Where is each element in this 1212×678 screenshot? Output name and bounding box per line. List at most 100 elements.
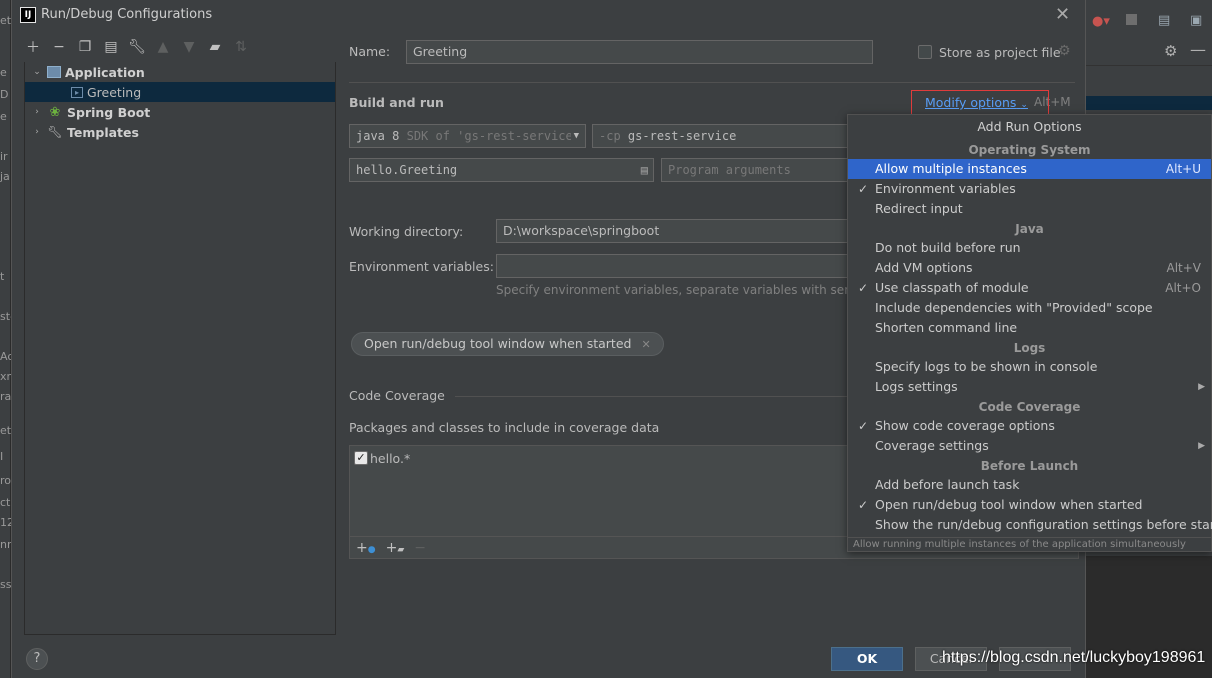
option-label: Allow multiple instances	[875, 161, 1027, 176]
move-down-icon[interactable]: ▼	[180, 38, 198, 56]
ide-fragment: e [	[0, 110, 11, 123]
tree-item-spring-boot[interactable]: › ❀ Spring Boot	[25, 102, 335, 122]
save-icon[interactable]: ▤	[102, 38, 120, 56]
check-icon: ✓	[858, 281, 869, 295]
chevron-down-icon[interactable]: ⌄	[31, 67, 43, 77]
close-icon[interactable]: ✕	[641, 338, 650, 351]
option-redirect-input[interactable]: Redirect input	[848, 199, 1211, 219]
cp-prefix: -cp	[599, 129, 621, 143]
wrench-icon[interactable]: 🔧︎	[128, 38, 146, 56]
close-icon[interactable]: ✕	[1055, 4, 1070, 25]
ide-right-toolbar: ●▾ ▤ ▣	[1086, 10, 1212, 38]
program-arguments-placeholder: Program arguments	[668, 163, 791, 177]
open-tool-window-chip[interactable]: Open run/debug tool window when started ✕	[351, 332, 664, 356]
minimize-icon[interactable]: —	[1190, 40, 1206, 59]
environment-variables-input[interactable]	[496, 254, 848, 278]
option-include-provided[interactable]: Include dependencies with "Provided" sco…	[848, 298, 1211, 318]
chip-label: Open run/debug tool window when started	[364, 336, 632, 351]
separator	[455, 396, 855, 397]
main-class-input[interactable]: hello.Greeting ▤	[349, 158, 654, 182]
option-environment-variables[interactable]: ✓ Environment variables	[848, 179, 1211, 199]
popup-title: Add Run Options	[977, 119, 1082, 134]
option-label: Environment variables	[875, 181, 1016, 196]
working-directory-label: Working directory:	[349, 224, 464, 239]
coverage-entry-label: hello.*	[370, 451, 411, 466]
ide-fragment: ss	[0, 578, 11, 591]
debug-icon[interactable]: ●▾	[1092, 14, 1110, 29]
dialog-title-bar[interactable]: IJ Run/Debug Configurations ✕	[12, 0, 1087, 30]
add-package-icon[interactable]: +▰	[386, 540, 405, 556]
ide-left-edge: et e D e [ ir ja t st- Ac xm ra eti I ro…	[0, 0, 11, 678]
gear-icon[interactable]: ⚙	[1058, 43, 1071, 59]
check-icon: ✓	[858, 498, 869, 512]
new-folder-icon[interactable]: ▰	[206, 38, 224, 56]
ok-button[interactable]: OK	[831, 647, 903, 671]
jre-hint: SDK of 'gs-rest-service	[406, 129, 573, 143]
environment-variables-hint: Specify environment variables, separate …	[496, 283, 848, 297]
option-coverage-settings[interactable]: Coverage settings ▶	[848, 436, 1211, 456]
option-logs-settings[interactable]: Logs settings ▶	[848, 377, 1211, 397]
option-label: Add VM options	[875, 260, 973, 275]
option-show-coverage[interactable]: ✓ Show code coverage options	[848, 416, 1211, 436]
copy-icon[interactable]: ❐	[76, 38, 94, 56]
highlight-box-modify-options	[911, 90, 1049, 117]
ide-fragment: ja	[0, 170, 10, 183]
option-allow-multiple-instances[interactable]: Allow multiple instances Alt+U	[848, 159, 1211, 179]
ide-fragment: t	[0, 270, 5, 283]
help-button[interactable]: ?	[26, 648, 48, 670]
ide-fragment: eti	[0, 424, 11, 437]
remove-icon[interactable]: −	[50, 38, 68, 56]
group-before-launch: Before Launch	[980, 459, 1079, 473]
move-up-icon[interactable]: ▲	[154, 38, 172, 56]
option-label: Logs settings	[875, 379, 958, 394]
tree-item-templates[interactable]: › 🔧︎ Templates	[25, 122, 335, 142]
option-add-vm-options[interactable]: Add VM options Alt+V	[848, 258, 1211, 278]
browse-icon[interactable]: ▤	[641, 159, 648, 181]
ide-fragment: Ac	[0, 350, 11, 363]
stop-icon[interactable]	[1126, 14, 1137, 25]
dropdown-arrow-icon: ▼	[570, 125, 579, 147]
option-specify-logs[interactable]: Specify logs to be shown in console	[848, 357, 1211, 377]
option-shortcut: Alt+O	[1165, 281, 1201, 295]
coverage-entry-checkbox[interactable]: ✓	[354, 451, 368, 465]
classpath-select[interactable]: -cp gs-rest-service	[592, 124, 848, 148]
environment-variables-label: Environment variables:	[349, 259, 494, 274]
option-label: Specify logs to be shown in console	[875, 359, 1098, 374]
add-class-icon[interactable]: +●	[356, 540, 376, 556]
add-run-options-popup: Add Run Options Operating System Allow m…	[847, 114, 1212, 552]
ide-fragment: ir	[0, 150, 8, 163]
option-use-classpath[interactable]: ✓ Use classpath of module Alt+O	[848, 278, 1211, 298]
tree-item-label: Greeting	[87, 84, 142, 100]
ide-fragment: et	[0, 14, 11, 27]
option-do-not-build[interactable]: Do not build before run	[848, 238, 1211, 258]
application-icon	[47, 66, 61, 78]
remove-icon[interactable]: −	[414, 540, 426, 556]
chevron-right-icon[interactable]: ›	[31, 107, 43, 117]
option-label: Do not build before run	[875, 240, 1021, 255]
name-input[interactable]: Greeting	[406, 40, 873, 64]
store-project-checkbox[interactable]	[918, 45, 932, 59]
jre-select[interactable]: java 8 SDK of 'gs-rest-service ▼	[349, 124, 586, 148]
working-directory-input[interactable]: D:\workspace\springboot	[496, 219, 848, 243]
option-open-tool-window[interactable]: ✓ Open run/debug tool window when starte…	[848, 495, 1211, 515]
option-label: Redirect input	[875, 201, 963, 216]
option-shorten-command-line[interactable]: Shorten command line	[848, 318, 1211, 338]
dialog-title: Run/Debug Configurations	[41, 7, 213, 22]
program-arguments-input[interactable]: Program arguments	[661, 158, 848, 182]
sort-icon[interactable]: ⇅	[232, 38, 250, 56]
project-structure-icon[interactable]: ▤	[1158, 13, 1170, 28]
chevron-right-icon[interactable]: ›	[31, 127, 43, 137]
option-show-settings-before-start[interactable]: Show the run/debug configuration setting…	[848, 515, 1212, 535]
terminal-icon[interactable]: ▣	[1190, 13, 1202, 28]
ide-fragment: nr	[0, 538, 11, 551]
gear-icon[interactable]: ⚙	[1164, 42, 1177, 60]
group-java: Java	[1015, 222, 1044, 236]
wrench-icon: 🔧︎	[47, 125, 63, 139]
add-icon[interactable]: ＋	[24, 38, 42, 56]
ide-fragment: ct	[0, 496, 11, 509]
tree-item-greeting[interactable]: ▸ Greeting	[25, 82, 335, 102]
submenu-arrow-icon: ▶	[1198, 382, 1205, 392]
tree-item-application[interactable]: ⌄ Application	[25, 62, 335, 82]
option-add-before-launch[interactable]: Add before launch task	[848, 475, 1211, 495]
jre-value: java 8	[356, 129, 400, 143]
